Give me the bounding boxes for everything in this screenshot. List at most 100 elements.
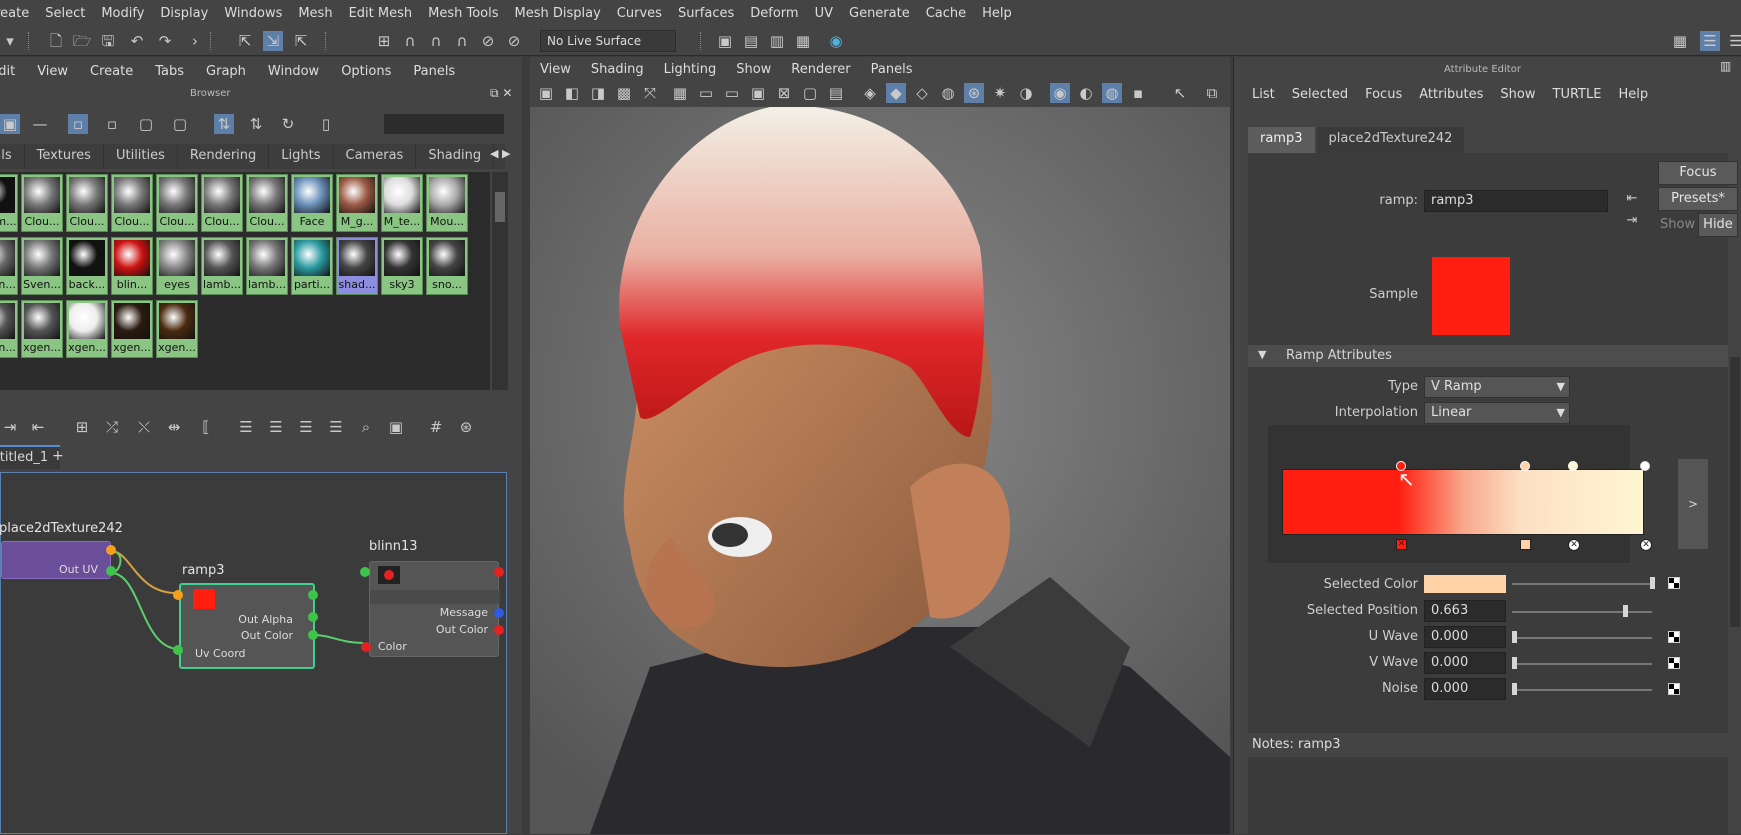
out-uv-port-green[interactable]: [106, 566, 116, 576]
snapshot-icon[interactable]: ▣: [386, 417, 406, 437]
snap-grid-icon[interactable]: ⊞: [374, 31, 394, 51]
sort-name-icon[interactable]: ⇅: [214, 114, 234, 134]
browser-search-field[interactable]: [384, 114, 504, 134]
uv-coord-port[interactable]: [173, 645, 183, 655]
delete-entry-icon[interactable]: ✕: [1568, 539, 1580, 551]
out-alpha-port[interactable]: [308, 612, 318, 622]
snap-curve-icon[interactable]: ∩: [400, 31, 420, 51]
material-swatch[interactable]: lamb...: [246, 237, 288, 295]
layout-custom-icon[interactable]: ☰: [326, 417, 346, 437]
color-input-port[interactable]: [361, 642, 371, 652]
textured-icon[interactable]: ⊛: [964, 83, 984, 103]
u-wave-knob[interactable]: [1512, 631, 1517, 643]
presets-button[interactable]: Presets*: [1658, 187, 1738, 211]
ae-menu-list[interactable]: List: [1252, 87, 1275, 102]
save-scene-icon[interactable]: 🖫: [98, 31, 118, 51]
material-swatch[interactable]: xgen...: [111, 300, 153, 358]
smooth-shade-icon[interactable]: ◆: [886, 83, 906, 103]
reverse-sort-icon[interactable]: ▯: [316, 114, 336, 134]
grid-icon[interactable]: ▦: [670, 83, 690, 103]
material-swatch[interactable]: back...: [66, 237, 108, 295]
menu-edit-mesh[interactable]: Edit Mesh: [349, 6, 413, 21]
layout-full-icon[interactable]: ☰: [296, 417, 316, 437]
hide-button[interactable]: Hide: [1698, 213, 1738, 237]
hypershade-icon[interactable]: ◉: [826, 31, 846, 51]
resolution-gate-icon[interactable]: ▭: [722, 83, 742, 103]
ipr-icon[interactable]: ▥: [767, 31, 787, 51]
icon-medium-icon[interactable]: ▫: [102, 114, 122, 134]
select-object-icon[interactable]: ⇲: [263, 31, 283, 51]
menu-mesh-display[interactable]: Mesh Display: [515, 6, 601, 21]
camera-attr-icon[interactable]: ◧: [562, 83, 582, 103]
sort-type-icon[interactable]: ⇅: [246, 114, 266, 134]
tab-lights[interactable]: Lights: [269, 144, 334, 169]
viewport-menu-show[interactable]: Show: [736, 62, 771, 77]
material-swatch[interactable]: xgen...: [21, 300, 63, 358]
menu-windows[interactable]: Windows: [224, 6, 282, 21]
magnet-icon[interactable]: ⊘: [504, 31, 524, 51]
collapse-arrow-icon[interactable]: ▼: [1258, 348, 1266, 361]
tab-cameras[interactable]: Cameras: [334, 144, 417, 169]
browser-menu-options[interactable]: Options: [341, 64, 391, 79]
menu-help[interactable]: Help: [982, 6, 1012, 21]
ae-menu-selected[interactable]: Selected: [1292, 87, 1348, 102]
u-wave-field[interactable]: 0.000: [1424, 626, 1506, 648]
select-component-icon[interactable]: ⇱: [291, 31, 311, 51]
ramp-attributes-header[interactable]: ▼ Ramp Attributes: [1248, 345, 1728, 367]
anti-alias-icon[interactable]: ◍: [1102, 83, 1122, 103]
viewport-menu-panels[interactable]: Panels: [871, 62, 913, 77]
ambient-occlusion-icon[interactable]: ◐: [1076, 83, 1096, 103]
browser-menu-window[interactable]: Window: [268, 64, 319, 79]
icon-xlarge-icon[interactable]: ▢: [170, 114, 190, 134]
snap-point-icon[interactable]: ∩: [426, 31, 446, 51]
browser-menu-graph[interactable]: Graph: [206, 64, 246, 79]
ramp-node[interactable]: Out Alpha Out Color Uv Coord: [179, 583, 315, 669]
delete-entry-icon[interactable]: ✕: [1640, 539, 1652, 551]
clear-graph-icon[interactable]: ⤬: [134, 417, 154, 437]
ramp-gradient[interactable]: [1282, 469, 1644, 535]
noise-slider[interactable]: [1512, 689, 1652, 691]
live-surface-field[interactable]: No Live Surface: [540, 30, 676, 52]
select-camera-icon[interactable]: ↖: [1170, 83, 1190, 103]
material-swatch[interactable]: Face: [291, 174, 333, 232]
select-hierarchy-icon[interactable]: ⇱: [235, 31, 255, 51]
menu-cache[interactable]: Cache: [926, 6, 966, 21]
panel-layout-icon[interactable]: ⧉: [1202, 83, 1222, 103]
image-plane-icon[interactable]: ▩: [614, 83, 634, 103]
entry-handle-peach[interactable]: [1520, 539, 1531, 550]
remove-selected-icon[interactable]: ⤮: [102, 417, 122, 437]
message-port[interactable]: [494, 608, 504, 618]
2d-pan-icon[interactable]: ⤧: [640, 83, 660, 103]
camera-icon[interactable]: ▣: [536, 83, 556, 103]
input-connections-icon[interactable]: ⇥: [0, 417, 20, 437]
add-tab-button[interactable]: +: [52, 448, 64, 464]
depth-of-field-icon[interactable]: ▪: [1128, 83, 1148, 103]
viewport-menu-lighting[interactable]: Lighting: [664, 62, 717, 77]
output-connection-icon[interactable]: ⇥: [1622, 211, 1642, 231]
dropdown-icon[interactable]: ▾: [0, 31, 20, 51]
tab-utilities[interactable]: Utilities: [104, 144, 178, 169]
open-scene-icon[interactable]: 🗁: [72, 31, 92, 51]
icon-small-icon[interactable]: ▫: [68, 114, 88, 134]
shadows-icon[interactable]: ◑: [1016, 83, 1036, 103]
tab-materials[interactable]: Materials: [0, 144, 25, 169]
selected-position-slider[interactable]: [1512, 611, 1652, 613]
material-swatch[interactable]: M_te...: [381, 174, 423, 232]
blinn-out-color-port[interactable]: [494, 625, 504, 635]
lights-icon[interactable]: ✷: [990, 83, 1010, 103]
ipr-render-icon[interactable]: ▤: [741, 31, 761, 51]
node-graph[interactable]: place2dTexture242 Out UV ramp3 Out Alpha…: [0, 472, 507, 834]
viewport-menu-renderer[interactable]: Renderer: [791, 62, 850, 77]
v-wave-knob[interactable]: [1512, 657, 1517, 669]
selected-color-knob[interactable]: [1650, 577, 1655, 589]
viewport-menu-shading[interactable]: Shading: [591, 62, 644, 77]
line-icon[interactable]: —: [30, 114, 50, 134]
ae-scrollbar[interactable]: [1730, 357, 1740, 627]
material-swatch[interactable]: sno...: [426, 237, 468, 295]
field-chart-icon[interactable]: ⊠: [774, 83, 794, 103]
redo-icon[interactable]: ↷: [155, 31, 175, 51]
map-button-icon[interactable]: [1668, 657, 1680, 669]
material-swatch[interactable]: Mou...: [426, 174, 468, 232]
menu-mesh[interactable]: Mesh: [298, 6, 332, 21]
u-wave-slider[interactable]: [1512, 637, 1652, 639]
